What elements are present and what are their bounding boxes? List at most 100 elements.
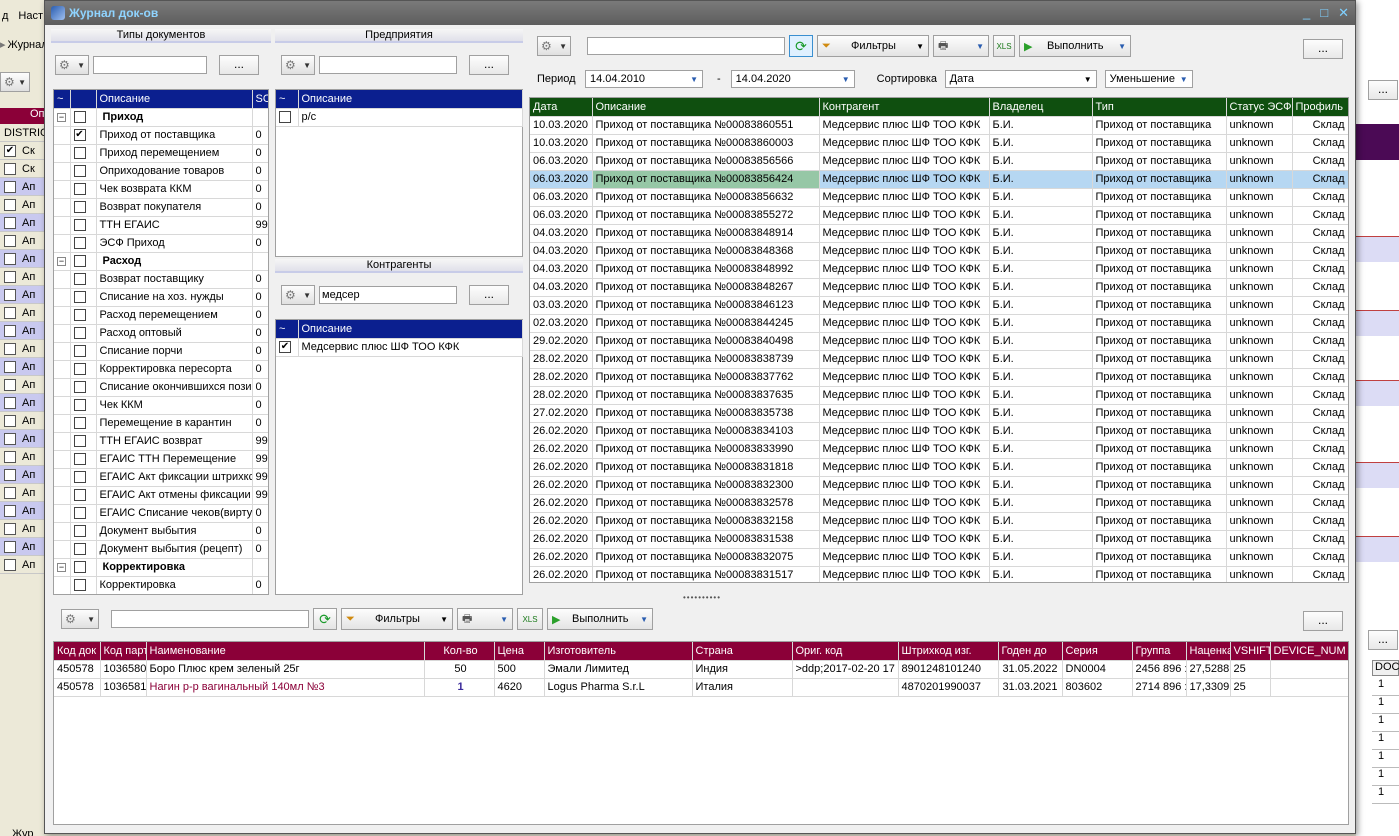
counterparties-dots-button[interactable]: ... (469, 285, 509, 305)
bg-side-row[interactable]: Ск (0, 160, 46, 178)
execute-button[interactable]: ▶ Выполнить ▼ (1019, 35, 1131, 57)
sort-select[interactable]: Дата ▼ (944, 70, 1097, 88)
collapse-icon[interactable]: − (57, 112, 66, 122)
col-tilde[interactable]: ~ (54, 90, 71, 109)
bg-side-row[interactable]: Ап (0, 196, 46, 214)
collapse-icon[interactable]: − (57, 256, 66, 266)
col-description[interactable]: Описание (298, 320, 523, 339)
document-row[interactable]: 02.03.2020 Приход от поставщика №00083844… (530, 314, 1348, 333)
doc-type-row[interactable]: Документ выбытия (рецепт) 0 (54, 540, 268, 559)
bg-side-row[interactable]: Ап (0, 538, 46, 556)
document-row[interactable]: 26.02.2020 Приход от поставщика №00083834… (530, 422, 1348, 441)
documents-dots-button[interactable]: ... (1303, 39, 1343, 59)
bg-gear-button[interactable]: ⚙ ▼ (0, 72, 30, 92)
details-col-header[interactable]: Наименование (146, 642, 425, 661)
doc-type-row[interactable]: Списание окончившихся пози 0 (54, 378, 268, 397)
bg-side-checkbox[interactable] (4, 450, 16, 463)
bg-side-row[interactable]: Ап (0, 322, 46, 340)
doc-type-checkbox[interactable] (73, 345, 86, 358)
bg-side-row[interactable]: Ап (0, 430, 46, 448)
doc-type-row[interactable]: ЭСФ Приход 0 (54, 234, 268, 253)
group-checkbox[interactable] (73, 111, 86, 124)
bg-side-checkbox[interactable] (4, 360, 16, 373)
bg-side-row[interactable]: Ап (0, 214, 46, 232)
enterprises-search-input[interactable] (319, 56, 457, 74)
document-row[interactable]: 10.03.2020 Приход от поставщика №00083860… (530, 134, 1348, 153)
bg-side-row[interactable]: Ап (0, 394, 46, 412)
document-row[interactable]: 26.02.2020 Приход от поставщика №00083832… (530, 548, 1348, 567)
document-row[interactable]: 04.03.2020 Приход от поставщика №00083848… (530, 224, 1348, 243)
minimize-icon[interactable]: _ (1303, 5, 1310, 21)
bg-side-row[interactable]: Ап (0, 232, 46, 250)
bg-side-row[interactable]: Ап (0, 448, 46, 466)
details-col-header[interactable]: Наценка (1186, 642, 1231, 661)
bg-side-row[interactable]: Ап (0, 358, 46, 376)
enterprises-dots-button[interactable]: ... (469, 55, 509, 75)
col-tilde[interactable]: ~ (276, 90, 299, 109)
details-col-header[interactable]: Годен до (998, 642, 1063, 661)
col-description[interactable]: Описание (96, 90, 253, 109)
details-col-header[interactable]: Серия (1062, 642, 1133, 661)
doc-type-row[interactable]: Чек ККМ 0 (54, 396, 268, 415)
details-col-header[interactable]: Группа (1132, 642, 1187, 661)
details-execute-button[interactable]: ▶ Выполнить ▼ (547, 608, 653, 630)
close-icon[interactable]: ✕ (1338, 5, 1349, 21)
doc-type-row[interactable]: ЕГАИС Акт фиксации штрихкс 99 (54, 468, 268, 487)
doc-type-row[interactable]: ЕГАИС ТТН Перемещение 99 (54, 450, 268, 469)
bg-side-checkbox[interactable] (4, 558, 16, 571)
bg-side-checkbox[interactable] (4, 288, 16, 301)
date-to-picker[interactable]: 14.04.2020 ▼ (730, 70, 855, 88)
group-checkbox[interactable] (73, 255, 86, 268)
document-row[interactable]: 06.03.2020 Приход от поставщика №00083856… (530, 170, 1348, 189)
doc-type-checkbox[interactable] (73, 471, 86, 484)
bg-dots-button[interactable]: ... (1368, 630, 1398, 650)
document-row[interactable]: 29.02.2020 Приход от поставщика №00083840… (530, 332, 1348, 351)
doc-type-checkbox[interactable] (73, 165, 86, 178)
doc-type-row[interactable]: Корректировка пересорта 0 (54, 360, 268, 379)
doc-type-checkbox[interactable] (73, 237, 86, 250)
filters-button[interactable]: ⏷ Фильтры ▼ (817, 35, 929, 57)
bg-side-row[interactable]: Ап (0, 466, 46, 484)
bg-dots-button[interactable]: ... (1368, 80, 1398, 100)
doc-type-row[interactable]: ЕГАИС Списание чеков(вирту 0 (54, 504, 268, 523)
enterprise-checkbox[interactable] (279, 111, 291, 124)
documents-col-header[interactable]: Описание (592, 98, 820, 117)
bg-side-checkbox[interactable] (4, 378, 16, 391)
doc-type-row[interactable]: Списание порчи 0 (54, 342, 268, 361)
doc-type-checkbox[interactable] (73, 273, 86, 286)
document-row[interactable]: 04.03.2020 Приход от поставщика №00083848… (530, 242, 1348, 261)
doc-type-checkbox[interactable] (73, 489, 86, 502)
document-row[interactable]: 06.03.2020 Приход от поставщика №00083856… (530, 188, 1348, 207)
details-col-header[interactable]: Изготовитель (544, 642, 693, 661)
doc-type-checkbox[interactable] (73, 363, 86, 376)
documents-col-header[interactable]: Владелец (989, 98, 1093, 117)
documents-col-header[interactable]: Контрагент (819, 98, 990, 117)
counterparty-checkbox[interactable]: ✔ (279, 341, 291, 354)
bg-side-row[interactable]: ✔ Ск (0, 142, 46, 160)
document-row[interactable]: 26.02.2020 Приход от поставщика №00083831… (530, 566, 1348, 582)
doc-type-checkbox[interactable] (73, 525, 86, 538)
doc-type-row[interactable]: Оприходование товаров 0 (54, 162, 268, 181)
bg-side-checkbox[interactable] (4, 342, 16, 355)
details-excel-button[interactable]: XLS (517, 608, 543, 630)
bg-side-checkbox[interactable] (4, 486, 16, 499)
doc-type-checkbox[interactable] (73, 453, 86, 466)
title-bar[interactable]: Журнал док-ов _ □ ✕ (45, 1, 1355, 25)
doc-type-checkbox[interactable] (73, 327, 86, 340)
details-col-header[interactable]: Ориг. код (792, 642, 899, 661)
doc-type-row[interactable]: Перемещение в карантин 0 (54, 414, 268, 433)
details-row[interactable]: 450578 1036580 Боро Плюс крем зеленый 25г 5… (54, 660, 1348, 679)
bg-side-checkbox[interactable] (4, 468, 16, 481)
doc-type-checkbox[interactable] (73, 219, 86, 232)
document-row[interactable]: 26.02.2020 Приход от поставщика №00083832… (530, 494, 1348, 513)
doc-type-row[interactable]: Документ выбытия 0 (54, 522, 268, 541)
details-print-button[interactable]: 🖶 ▼ (457, 608, 513, 630)
documents-col-header[interactable]: Статус ЭСФ (1226, 98, 1293, 117)
doc-type-row[interactable]: Расход оптовый 0 (54, 324, 268, 343)
doc-type-row[interactable]: Расход перемещением 0 (54, 306, 268, 325)
bg-side-row[interactable]: Ап (0, 304, 46, 322)
bg-side-checkbox[interactable] (4, 306, 16, 319)
doc-type-row[interactable]: ТТН ЕГАИС возврат 99 (54, 432, 268, 451)
collapse-icon[interactable]: − (57, 562, 66, 572)
bg-side-row[interactable]: Ап (0, 178, 46, 196)
